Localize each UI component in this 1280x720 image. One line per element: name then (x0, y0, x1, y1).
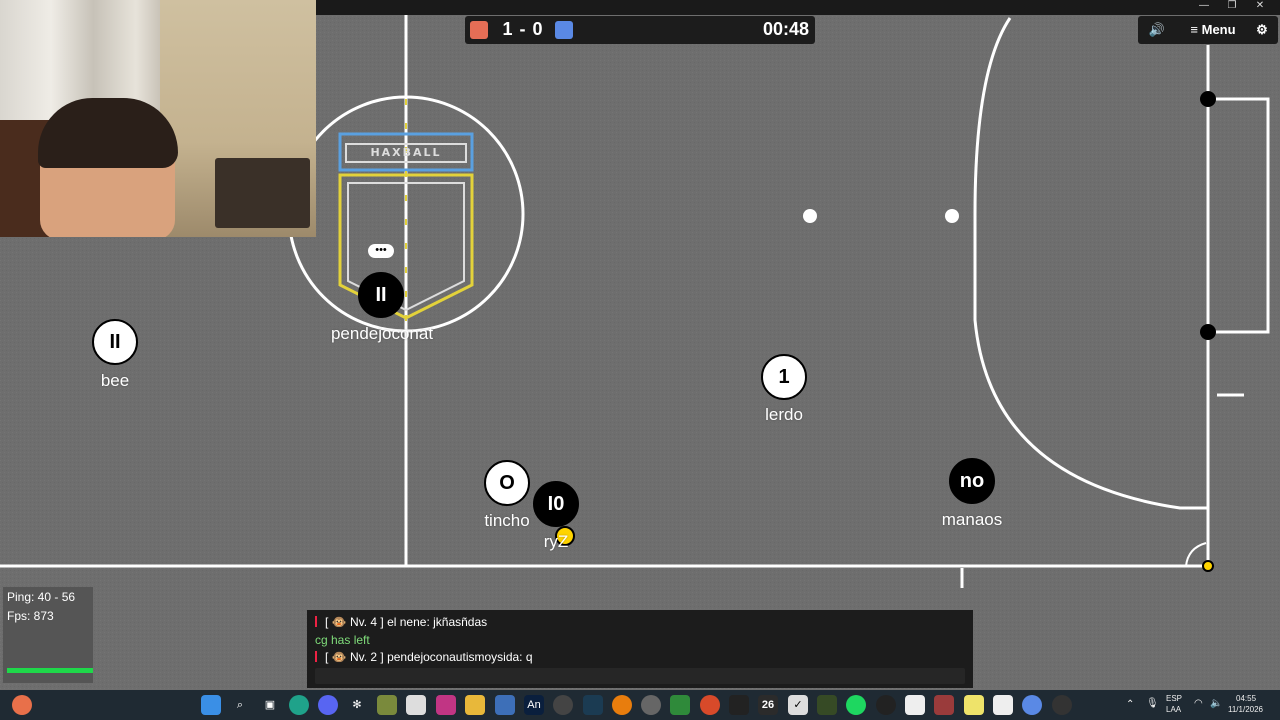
player-name: bee (100, 371, 130, 390)
gear-icon[interactable]: ⚙ (1250, 16, 1274, 44)
player-name: ryZ (543, 532, 569, 551)
network-stats: Ping: 40 - 56 Fps: 873 (3, 587, 93, 683)
unreal-icon[interactable] (553, 695, 573, 715)
minimize-icon[interactable]: — (1190, 0, 1218, 11)
player-avatar: 1 (761, 354, 807, 400)
language-indicator[interactable]: ESP (1166, 694, 1182, 703)
restore-icon[interactable]: ❐ (1218, 0, 1246, 11)
player-avatar: O (484, 460, 530, 506)
game-stage: HAXBALL — ❐ ✕ 1 - 0 00:48 🔊 ≡ Menu ⚙ II ••… (0, 0, 1280, 720)
app-icon[interactable] (700, 695, 720, 715)
app-icon-26[interactable]: 26 (758, 695, 778, 715)
ping-text: Ping: 40 - 56 (7, 590, 76, 604)
player-name: pendejoconat (330, 324, 434, 343)
scoreboard: 1 - 0 00:48 (465, 16, 815, 44)
red-team-indicator (470, 21, 488, 39)
player-avatar: I0 (533, 481, 579, 527)
instagram-icon[interactable] (436, 695, 456, 715)
player-avatar: no (949, 458, 995, 504)
webcam-overlay (0, 0, 316, 237)
match-timer: 00:48 (762, 19, 809, 39)
app-icon[interactable] (641, 695, 661, 715)
app-icon[interactable] (670, 695, 690, 715)
chat-box: [ 🐵 Nv. 4 ] el nene: jkñasñdas cg has le… (307, 610, 973, 688)
blender-icon[interactable] (612, 695, 632, 715)
app-icon[interactable] (406, 695, 426, 715)
haxball-icon[interactable] (1022, 695, 1042, 715)
spotify-icon[interactable] (846, 695, 866, 715)
task-view-icon[interactable]: ▣ (260, 695, 280, 715)
store-icon[interactable] (495, 695, 515, 715)
app-icon[interactable]: ✻ (347, 695, 367, 715)
chat-message: [ 🐵 Nv. 4 ] el nene: jkñasñdas (315, 615, 487, 629)
chevron-up-icon[interactable]: ⌃ (1126, 699, 1134, 710)
app-icon[interactable] (583, 695, 603, 715)
game-controls: 🔊 ≡ Menu ⚙ (1138, 16, 1278, 44)
mic-icon[interactable]: 🎙 (1146, 698, 1159, 709)
close-icon[interactable]: ✕ (1246, 0, 1274, 11)
discord-icon[interactable] (318, 695, 338, 715)
wifi-icon[interactable]: ◠ (1194, 698, 1203, 709)
animate-icon[interactable]: An (524, 695, 544, 715)
player-name: manaos (941, 510, 1003, 529)
notes-icon[interactable] (964, 695, 984, 715)
player-avatar: II (358, 272, 404, 318)
app-icon[interactable] (12, 695, 32, 715)
latency-graph (7, 668, 93, 673)
file-icon[interactable] (905, 695, 925, 715)
speaker-icon[interactable]: 🔊 (1144, 16, 1170, 44)
score: 1 - 0 (502, 19, 544, 39)
language-indicator-sub: LAA (1166, 705, 1182, 714)
folder-icon[interactable] (465, 695, 485, 715)
fps-text: Fps: 873 (7, 609, 54, 623)
system-tray: ⌃ 🎙 ESP LAA ◠ 🔈 04:55 11/1/2026 (1120, 690, 1280, 720)
search-icon[interactable]: ⌕ (230, 695, 250, 715)
app-icon[interactable] (1052, 695, 1072, 715)
unity-icon[interactable] (876, 695, 896, 715)
menu-button[interactable]: ≡ Menu (1180, 16, 1246, 44)
chat-message: [ 🐵 Nv. 2 ] pendejoconautismoysida: q (315, 650, 533, 664)
os-taskbar: ⌕ ▣ ✻ An 26 ✓ ⌃ 🎙 ESP LAA ◠ 🔈 04:55 11/1… (0, 690, 1280, 720)
archive-icon[interactable] (934, 695, 954, 715)
window-buttons: — ❐ ✕ (1190, 0, 1280, 14)
clock-time[interactable]: 04:55 (1236, 694, 1256, 703)
window-titlebar: — ❐ ✕ (316, 0, 1280, 15)
app-icon[interactable]: ✓ (788, 695, 808, 715)
start-icon[interactable] (201, 695, 221, 715)
clock-date: 11/1/2026 (1228, 705, 1263, 714)
volume-icon[interactable]: 🔈 (1210, 698, 1222, 709)
app-icon[interactable] (993, 695, 1013, 715)
browser-icon[interactable] (289, 695, 309, 715)
typing-indicator: ••• (368, 244, 394, 258)
player-avatar: II (92, 319, 138, 365)
player-name: lerdo (765, 405, 803, 424)
app-icon[interactable] (377, 695, 397, 715)
blue-team-indicator (555, 21, 573, 39)
chat-system-message: cg has left (315, 633, 370, 647)
logo-text: HAXBALL (370, 146, 442, 159)
app-icon[interactable] (729, 695, 749, 715)
app-icon[interactable] (817, 695, 837, 715)
chat-input[interactable] (315, 668, 965, 684)
